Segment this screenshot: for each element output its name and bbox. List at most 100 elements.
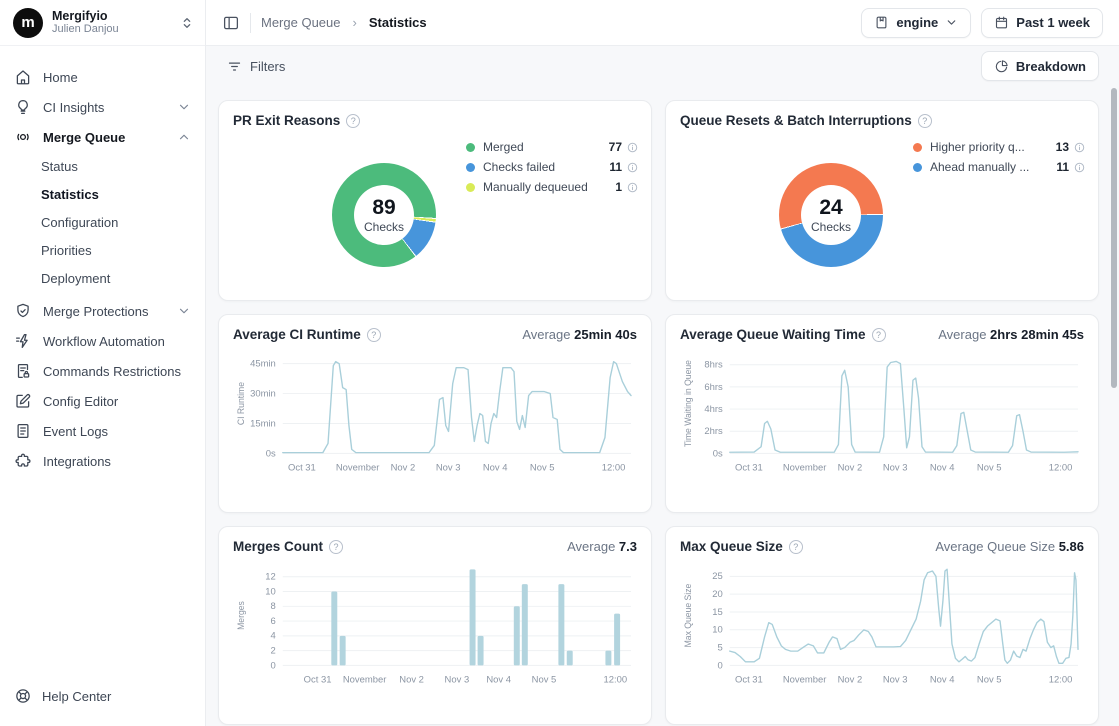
sidebar-item-deployment[interactable]: Deployment <box>0 264 205 292</box>
calendar-icon <box>994 15 1009 30</box>
sidebar-item-merge-protections[interactable]: Merge Protections <box>0 296 205 326</box>
help-icon[interactable] <box>872 328 886 342</box>
legend-item[interactable]: Higher priority q... 13 <box>913 137 1085 157</box>
svg-text:4: 4 <box>271 631 276 641</box>
average-value: 5.86 <box>1059 539 1084 554</box>
svg-text:30min: 30min <box>250 389 276 399</box>
home-icon <box>14 68 32 86</box>
svg-text:20: 20 <box>712 589 723 599</box>
info-icon[interactable] <box>1074 162 1085 173</box>
info-icon[interactable] <box>627 162 638 173</box>
help-icon[interactable] <box>329 540 343 554</box>
svg-text:Time Waiting in Queue: Time Waiting in Queue <box>683 360 693 447</box>
sidebar-item-priorities[interactable]: Priorities <box>0 236 205 264</box>
sidebar-item-merge-queue[interactable]: Merge Queue <box>0 122 205 152</box>
svg-text:Nov 2: Nov 2 <box>838 675 863 685</box>
account-switcher[interactable]: m Mergifyio Julien Danjou <box>0 0 205 46</box>
average-label: Average <box>938 327 986 342</box>
svg-text:Nov 4: Nov 4 <box>483 463 508 473</box>
svg-text:Oct 31: Oct 31 <box>304 675 332 685</box>
merge-queue-icon <box>14 128 32 146</box>
sidebar-item-workflow-automation[interactable]: Workflow Automation <box>0 326 205 356</box>
donut-chart[interactable]: 89 Checks <box>332 163 436 267</box>
svg-text:8: 8 <box>271 601 276 611</box>
sidebar-item-status[interactable]: Status <box>0 152 205 180</box>
svg-text:Oct 31: Oct 31 <box>735 675 763 685</box>
card-title: Average Queue Waiting Time <box>680 327 866 342</box>
sidebar-item-configuration[interactable]: Configuration <box>0 208 205 236</box>
svg-text:November: November <box>336 463 380 473</box>
chevron-down-icon <box>177 100 191 114</box>
chevron-down-icon <box>177 304 191 318</box>
sidebar-item-home[interactable]: Home <box>0 62 205 92</box>
legend-item[interactable]: Ahead manually ... 11 <box>913 157 1085 177</box>
donut-chart[interactable]: 24 Checks <box>779 163 883 267</box>
sidebar-item-event-logs[interactable]: Event Logs <box>0 416 205 446</box>
svg-text:25: 25 <box>712 571 723 581</box>
svg-text:6: 6 <box>271 616 276 626</box>
card-merges-count: Merges Count Average 7.3 024681012Oct 31… <box>218 526 652 725</box>
document-lines-icon <box>14 422 32 440</box>
svg-text:Nov 5: Nov 5 <box>530 463 555 473</box>
divider <box>250 13 251 33</box>
org-name: Mergifyio <box>52 9 170 23</box>
chevron-up-icon <box>177 130 191 144</box>
pie-chart-icon <box>994 59 1009 74</box>
info-icon[interactable] <box>627 182 638 193</box>
info-icon[interactable] <box>627 142 638 153</box>
legend-dot <box>466 143 475 152</box>
svg-text:November: November <box>343 675 387 685</box>
donut-legend: Merged 77 Checks failed 11 Manua <box>466 137 638 197</box>
legend-item[interactable]: Merged 77 <box>466 137 638 157</box>
svg-text:Oct 31: Oct 31 <box>288 463 316 473</box>
sidebar-toggle-icon[interactable] <box>222 14 240 32</box>
card-queue-resets: Queue Resets & Batch Interruptions Highe… <box>665 100 1099 301</box>
breadcrumb-chevron-icon: › <box>351 15 359 30</box>
average-value: 25min 40s <box>574 327 637 342</box>
svg-text:12:00: 12:00 <box>604 675 628 685</box>
line-chart[interactable]: 0s15min30min45minOct 31NovemberNov 2Nov … <box>233 346 637 486</box>
help-center-link[interactable]: Help Center <box>0 673 205 726</box>
puzzle-icon <box>14 452 32 470</box>
scrollbar[interactable] <box>1109 46 1119 726</box>
info-icon[interactable] <box>1074 142 1085 153</box>
breakdown-button[interactable]: Breakdown <box>981 51 1099 81</box>
svg-text:CI Runtime: CI Runtime <box>236 382 246 425</box>
legend-item[interactable]: Manually dequeued 1 <box>466 177 638 197</box>
svg-text:5: 5 <box>718 643 723 653</box>
help-icon[interactable] <box>367 328 381 342</box>
card-pr-exit-reasons: PR Exit Reasons Merged 77 Checks failed <box>218 100 652 301</box>
breadcrumb-parent[interactable]: Merge Queue <box>261 15 341 30</box>
up-down-selector-icon[interactable] <box>179 15 195 31</box>
legend-dot <box>466 163 475 172</box>
help-icon[interactable] <box>918 114 932 128</box>
average-value: 2hrs 28min 45s <box>990 327 1084 342</box>
svg-text:Nov 3: Nov 3 <box>436 463 461 473</box>
svg-text:0s: 0s <box>713 448 723 458</box>
time-range-button[interactable]: Past 1 week <box>981 8 1103 38</box>
svg-text:Nov 3: Nov 3 <box>445 675 470 685</box>
sidebar-item-integrations[interactable]: Integrations <box>0 446 205 476</box>
sidebar: m Mergifyio Julien Danjou Home CI Insigh… <box>0 0 206 726</box>
sidebar-item-commands-restrictions[interactable]: Commands Restrictions <box>0 356 205 386</box>
help-icon[interactable] <box>789 540 803 554</box>
sidebar-item-config-editor[interactable]: Config Editor <box>0 386 205 416</box>
scrollbar-thumb[interactable] <box>1111 88 1117 388</box>
help-icon[interactable] <box>346 114 360 128</box>
svg-text:Nov 4: Nov 4 <box>930 675 955 685</box>
legend-dot <box>913 143 922 152</box>
app-root: m Mergifyio Julien Danjou Home CI Insigh… <box>0 0 1119 726</box>
svg-text:Oct 31: Oct 31 <box>735 463 763 473</box>
legend-item[interactable]: Checks failed 11 <box>466 157 638 177</box>
donut-total-label: Checks <box>364 221 404 234</box>
line-chart[interactable]: 0510152025Oct 31NovemberNov 2Nov 3Nov 4N… <box>680 558 1084 698</box>
average-label: Average <box>522 327 570 342</box>
filters-button[interactable]: Filters <box>221 58 291 75</box>
shield-check-icon <box>14 302 32 320</box>
repository-selector[interactable]: engine <box>861 8 971 38</box>
sidebar-item-statistics[interactable]: Statistics <box>0 180 205 208</box>
sidebar-item-ci-insights[interactable]: CI Insights <box>0 92 205 122</box>
bar-chart[interactable]: 024681012Oct 31NovemberNov 2Nov 3Nov 4No… <box>233 558 637 698</box>
org-avatar: m <box>13 8 43 38</box>
line-chart[interactable]: 0s2hrs4hrs6hrs8hrsOct 31NovemberNov 2Nov… <box>680 346 1084 486</box>
